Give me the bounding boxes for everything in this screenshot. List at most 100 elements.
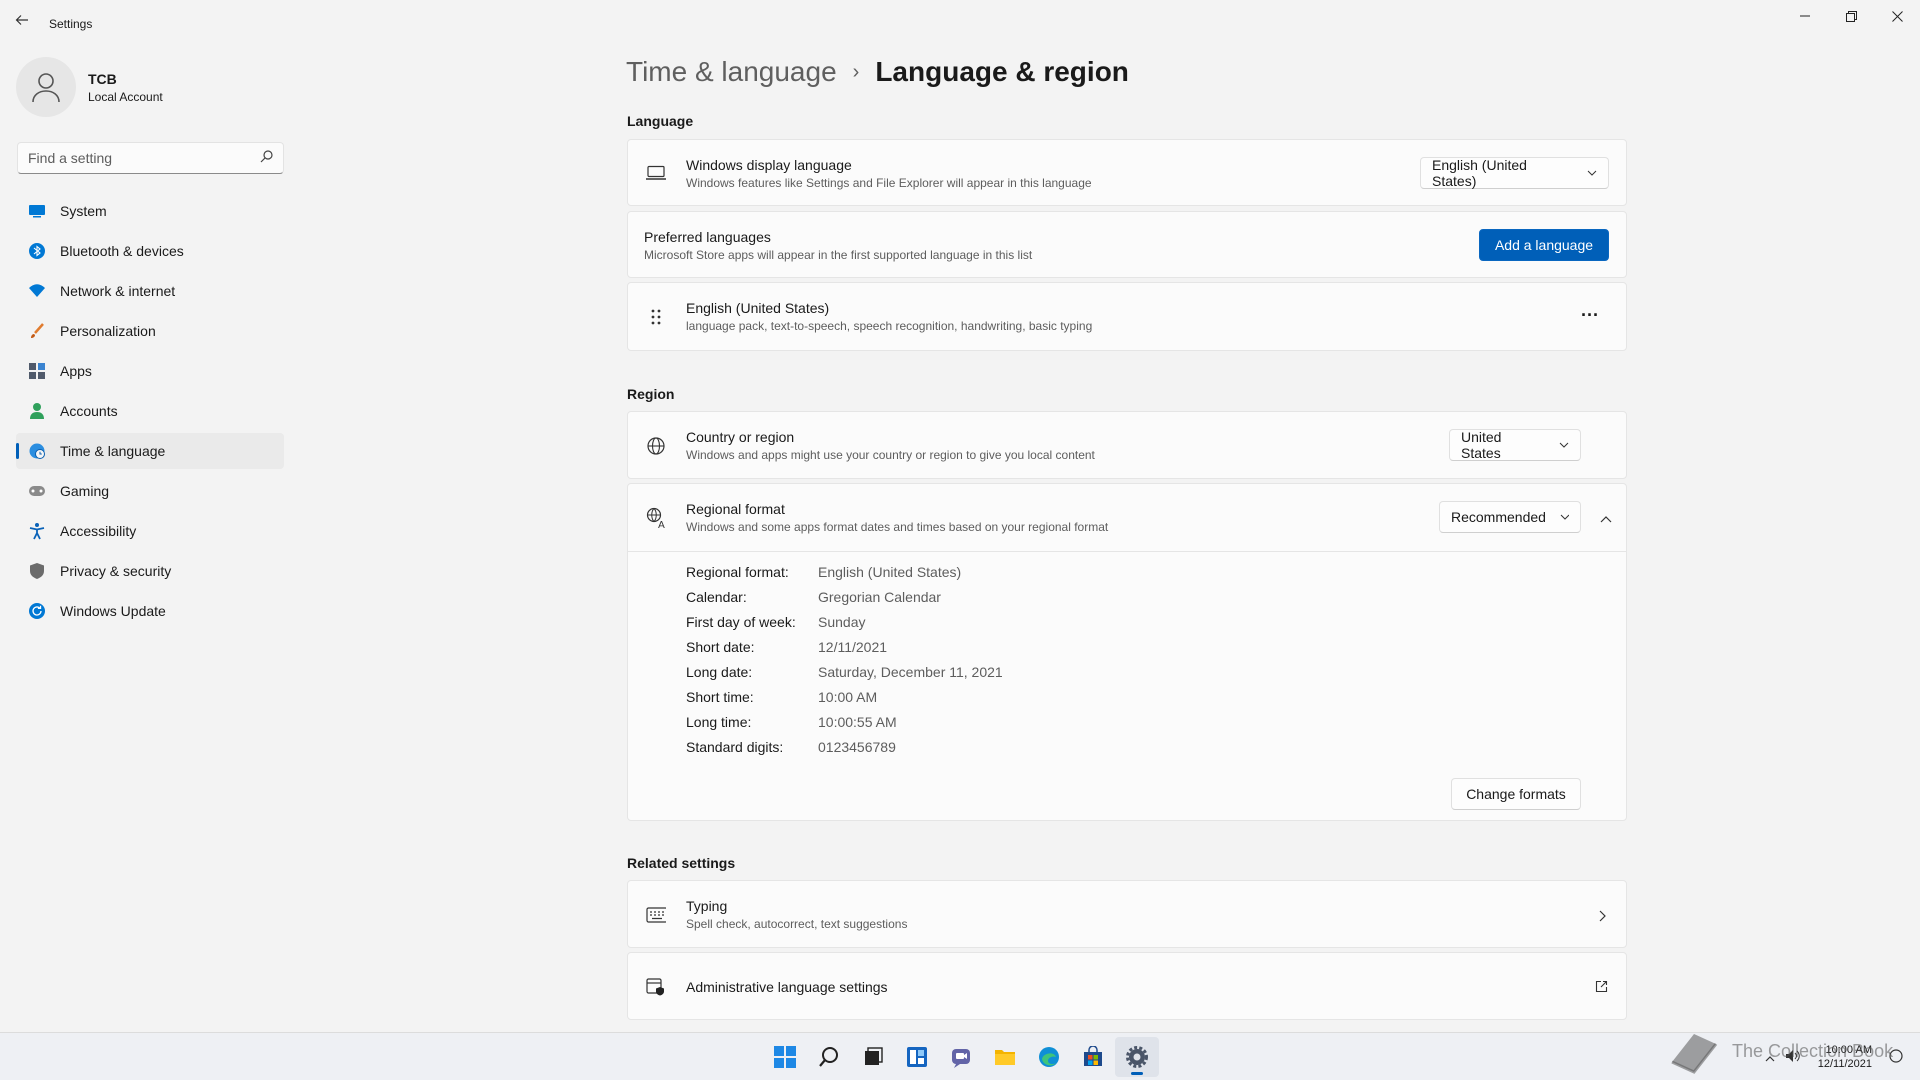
preferred-languages-card: Preferred languages Microsoft Store apps… — [627, 211, 1627, 278]
task-view-button[interactable] — [851, 1037, 895, 1077]
sidebar-item-bluetooth[interactable]: Bluetooth & devices — [16, 233, 284, 269]
sidebar-item-accounts[interactable]: Accounts — [16, 393, 284, 429]
sidebar-item-personalization[interactable]: Personalization — [16, 313, 284, 349]
detail-label: Short time: — [686, 689, 754, 705]
gamepad-icon — [28, 482, 46, 500]
chevron-down-icon — [1559, 442, 1569, 448]
sidebar-item-label: Gaming — [60, 483, 110, 499]
detail-value: 0123456789 — [818, 739, 896, 755]
detail-row: Short date: 12/11/2021 — [686, 639, 1003, 664]
section-title-language: Language — [627, 113, 694, 129]
store-icon — [1084, 1046, 1102, 1066]
restore-icon — [1845, 10, 1857, 22]
sidebar-item-windows-update[interactable]: Windows Update — [16, 593, 284, 629]
monitor-icon — [646, 163, 666, 183]
display-language-dropdown[interactable]: English (United States) — [1420, 157, 1609, 189]
country-region-card: Country or region Windows and apps might… — [627, 411, 1627, 479]
sidebar-item-label: Windows Update — [60, 603, 166, 619]
close-button[interactable] — [1874, 0, 1920, 32]
file-explorer-icon — [995, 1050, 1015, 1065]
detail-label: Long date: — [686, 664, 753, 680]
country-region-dropdown[interactable]: United States — [1449, 429, 1581, 461]
sidebar-item-label: Network & internet — [60, 283, 176, 299]
widgets-button[interactable] — [895, 1037, 939, 1077]
minimize-icon — [1800, 15, 1810, 17]
preferred-languages-subtitle: Microsoft Store apps will appear in the … — [644, 248, 1033, 262]
keyboard-icon — [646, 905, 666, 925]
breadcrumb-parent[interactable]: Time & language — [626, 56, 837, 88]
edge-button[interactable] — [1027, 1037, 1071, 1077]
globe-clock-icon — [28, 442, 46, 460]
regional-format-details: Regional format: English (United States) … — [686, 564, 1003, 764]
sidebar-item-privacy[interactable]: Privacy & security — [16, 553, 284, 589]
preferred-languages-title: Preferred languages — [644, 229, 771, 245]
brush-icon — [28, 322, 46, 340]
restore-button[interactable] — [1828, 0, 1874, 32]
back-button[interactable] — [14, 12, 36, 36]
installed-language-card[interactable]: English (United States) language pack, t… — [627, 282, 1627, 351]
search-input[interactable] — [28, 150, 260, 166]
sidebar-item-network[interactable]: Network & internet — [16, 273, 284, 309]
watermark: The Collection Book — [1668, 1028, 1893, 1074]
sidebar-item-apps[interactable]: Apps — [16, 353, 284, 389]
detail-row: Long date: Saturday, December 11, 2021 — [686, 664, 1003, 689]
taskbar-search-button[interactable] — [807, 1037, 851, 1077]
detail-value: Sunday — [818, 614, 866, 630]
user-profile[interactable]: TCB Local Account — [16, 57, 163, 117]
sidebar-item-label: Time & language — [60, 443, 166, 459]
sidebar-item-accessibility[interactable]: Accessibility — [16, 513, 284, 549]
minimize-button[interactable] — [1782, 0, 1828, 32]
back-arrow-icon — [15, 15, 28, 25]
settings-app-button[interactable] — [1115, 1037, 1159, 1077]
regional-format-header[interactable]: A Regional format Windows and some apps … — [628, 484, 1626, 552]
dropdown-value: United States — [1461, 429, 1502, 461]
detail-value: 10:00:55 AM — [818, 714, 897, 730]
search-box[interactable] — [17, 142, 284, 174]
sidebar-item-label: Apps — [60, 363, 92, 379]
typing-card[interactable]: Typing Spell check, autocorrect, text su… — [627, 880, 1627, 948]
sidebar-item-label: System — [60, 203, 107, 219]
detail-row: Standard digits: 0123456789 — [686, 739, 1003, 764]
detail-label: Standard digits: — [686, 739, 784, 755]
accessibility-icon — [28, 522, 46, 540]
file-explorer-button[interactable] — [983, 1037, 1027, 1077]
taskbar: 10:00 AM 12/11/2021 — [0, 1032, 1920, 1080]
detail-label: First day of week: — [686, 614, 796, 630]
regional-format-dropdown[interactable]: Recommended — [1439, 501, 1581, 533]
regional-format-title: Regional format — [686, 501, 785, 517]
display-language-title: Windows display language — [686, 157, 852, 173]
settings-icon — [1126, 1046, 1148, 1068]
chat-button[interactable] — [939, 1037, 983, 1077]
bluetooth-icon — [28, 242, 46, 260]
sidebar-item-label: Accessibility — [60, 523, 137, 539]
more-options-icon[interactable]: ··· — [1581, 305, 1599, 326]
add-language-button[interactable]: Add a language — [1479, 229, 1609, 261]
sidebar-item-gaming[interactable]: Gaming — [16, 473, 284, 509]
breadcrumb: Time & language › Language & region — [626, 56, 1129, 88]
search-icon[interactable] — [260, 150, 273, 166]
detail-label: Long time: — [686, 714, 752, 730]
drag-handle-icon[interactable] — [646, 307, 666, 327]
search-icon — [819, 1047, 838, 1067]
language-format-icon: A — [646, 507, 666, 529]
typing-subtitle: Spell check, autocorrect, text suggestio… — [686, 917, 908, 931]
installed-language-title: English (United States) — [686, 300, 830, 316]
admin-language-title: Administrative language settings — [686, 979, 888, 995]
detail-value: English (United States) — [818, 564, 962, 580]
detail-row: Short time: 10:00 AM — [686, 689, 1003, 714]
admin-language-card[interactable]: Administrative language settings — [627, 952, 1627, 1020]
start-button[interactable] — [763, 1037, 807, 1077]
external-link-icon — [1595, 980, 1608, 998]
chat-icon — [952, 1049, 970, 1068]
change-formats-button[interactable]: Change formats — [1451, 778, 1581, 810]
sidebar-item-time-language[interactable]: Time & language — [16, 433, 284, 469]
app-title: Settings — [49, 17, 93, 31]
typing-title: Typing — [686, 898, 728, 914]
system-icon — [28, 202, 46, 220]
sidebar-item-system[interactable]: System — [16, 193, 284, 229]
dropdown-value: Recommended — [1451, 509, 1546, 525]
chevron-up-icon[interactable] — [1600, 510, 1612, 528]
store-button[interactable] — [1071, 1037, 1115, 1077]
page-title: Language & region — [875, 56, 1129, 87]
detail-value: 12/11/2021 — [818, 639, 888, 655]
